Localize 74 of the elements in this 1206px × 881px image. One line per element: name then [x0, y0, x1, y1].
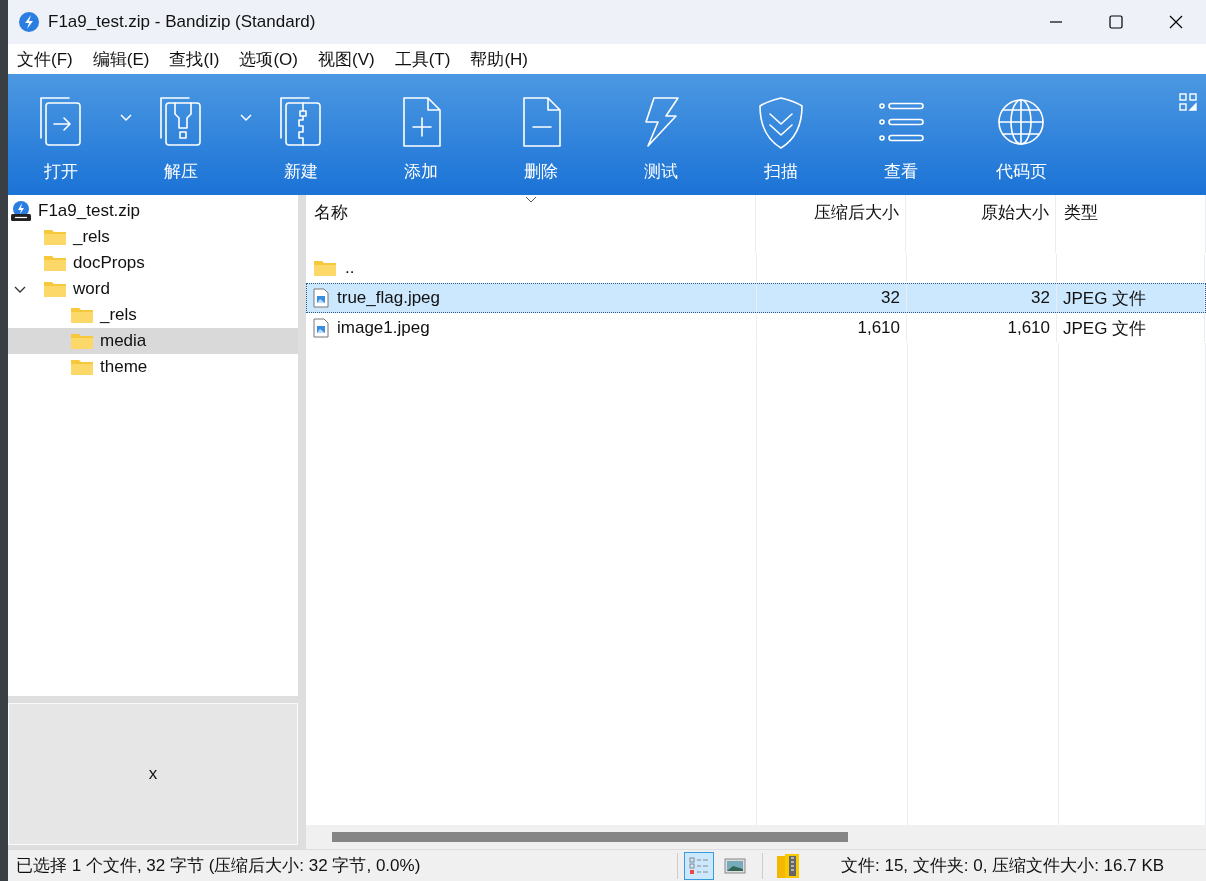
details-list-icon [688, 855, 710, 876]
close-icon [1169, 15, 1183, 29]
table-cell: 32 [881, 288, 900, 308]
caret-icon [240, 114, 252, 122]
file-name: image1.jpeg [337, 318, 430, 338]
toolbar-button[interactable]: 解压 [128, 74, 234, 193]
toolbar-button[interactable]: 扫描 [728, 74, 834, 193]
menu-item[interactable]: 视图(V) [318, 47, 375, 71]
folder-icon [70, 306, 94, 324]
tree-item[interactable]: theme [8, 354, 298, 380]
shield-icon [756, 94, 806, 150]
tree-item[interactable]: docProps [8, 250, 298, 276]
caret-icon [120, 114, 132, 122]
selection-status: 已选择 1 个文件, 32 字节 (压缩后大小: 32 字节, 0.0%) [16, 855, 422, 877]
lightning-icon [18, 11, 40, 33]
tree-label: F1a9_test.zip [38, 201, 141, 221]
folder-icon [313, 259, 337, 277]
toolbar-button[interactable]: 添加 [368, 74, 474, 193]
table-cell-text: JPEG 文件 [1063, 287, 1147, 310]
table-cell: 1,610 [1007, 318, 1050, 338]
folder-icon [43, 280, 67, 298]
picture-icon [724, 856, 746, 875]
toolbar-button[interactable]: 代码页 [968, 74, 1074, 193]
tree-item[interactable]: _rels [8, 302, 298, 328]
grid-icon[interactable] [1178, 92, 1198, 112]
menu-item[interactable]: 工具(T) [394, 47, 451, 71]
tree-item[interactable]: word [8, 276, 298, 302]
tree-item[interactable]: F1a9_test.zip [8, 198, 298, 224]
toolbar-button[interactable]: 删除 [488, 74, 594, 193]
tree-label: _rels [100, 305, 137, 325]
menu-item[interactable]: 帮助(H) [470, 47, 528, 71]
tree-label: word [73, 279, 110, 299]
menu-item[interactable]: 编辑(E) [92, 47, 150, 71]
tree-item[interactable]: _rels [8, 224, 298, 250]
file-name: .. [345, 258, 355, 278]
tree-label: media [100, 331, 147, 351]
table-cell: 1,610 [857, 318, 900, 338]
dropdown-button[interactable] [238, 112, 254, 124]
toolbar-button[interactable]: 查看 [848, 74, 954, 193]
tree-label: _rels [73, 227, 110, 247]
details-view-button[interactable] [684, 851, 714, 880]
preview-text: x [148, 764, 158, 784]
folder-icon [43, 254, 67, 272]
image-file-icon [313, 288, 329, 308]
dropdown-button[interactable] [118, 112, 134, 124]
menu-item[interactable]: 文件(F) [17, 47, 73, 71]
folder-icon [43, 228, 67, 246]
toolbar-button[interactable]: 新建 [248, 74, 354, 193]
menu-item[interactable]: 选项(O) [239, 47, 298, 71]
table-cell-text: JPEG 文件 [1063, 317, 1147, 340]
toolbar-button[interactable]: 打开 [8, 74, 114, 193]
column-header[interactable]: 名称 [306, 195, 756, 253]
file-row[interactable]: .. [306, 253, 1206, 283]
folder-icon [70, 358, 94, 376]
column-header[interactable]: 类型 [1056, 195, 1206, 253]
file-row[interactable]: true_flag.jpeg 32 32 JPEG 文件 [306, 283, 1206, 313]
image-file-icon [313, 318, 329, 338]
tree-label: docProps [73, 253, 145, 273]
file-name: true_flag.jpeg [337, 288, 441, 308]
menu-item[interactable]: 查找(I) [169, 47, 220, 71]
maximize-icon [1109, 15, 1123, 29]
tree-item[interactable]: media [8, 328, 298, 354]
scrollbar-thumb[interactable] [332, 832, 848, 842]
column-header[interactable]: 原始大小 [906, 195, 1056, 253]
tree-label: theme [100, 357, 148, 377]
column-header[interactable]: 压缩后大小 [756, 195, 906, 253]
table-cell: 32 [1031, 288, 1050, 308]
archive-summary: 文件: 15, 文件夹: 0, 压缩文件大小: 16.7 KB [841, 855, 1165, 877]
toolbar-button[interactable]: 测试 [608, 74, 714, 193]
sort-caret-icon [524, 196, 537, 203]
file-row[interactable]: image1.jpeg 1,610 1,610 JPEG 文件 [306, 313, 1206, 343]
folder-icon [70, 332, 94, 350]
window-title: F1a9_test.zip - Bandizip (Standard) [48, 12, 316, 32]
archive-folder-icon[interactable] [775, 851, 801, 880]
